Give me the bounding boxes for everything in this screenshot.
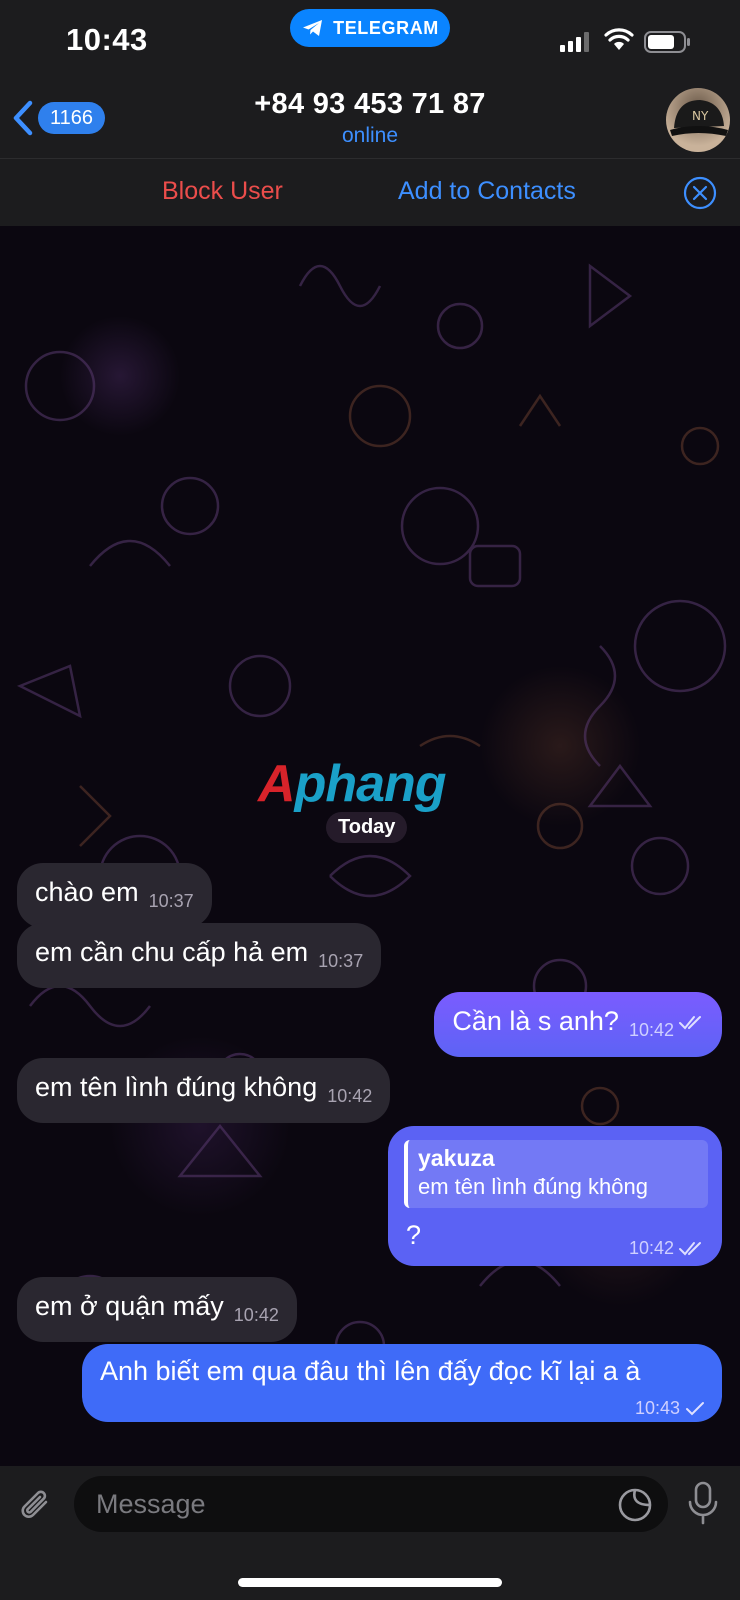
outgoing-reply-message[interactable]: yakuza em tên lình đúng không ? 10:42 — [388, 1126, 722, 1266]
chat-title[interactable]: +84 93 453 71 87 — [0, 88, 740, 121]
reply-quote[interactable]: yakuza em tên lình đúng không — [404, 1140, 708, 1208]
message-time: 10:42 — [233, 1305, 279, 1325]
incoming-message[interactable]: chào em 10:37 — [17, 863, 212, 928]
block-user-button[interactable]: Block User — [162, 177, 283, 206]
watermark-logo: Aphang — [258, 754, 447, 814]
status-time: 10:43 — [66, 22, 148, 57]
avatar[interactable]: NY — [666, 88, 730, 152]
message-text: em ở quận mấy — [35, 1290, 224, 1321]
reply-author: yakuza — [418, 1145, 495, 1171]
cap-photo-icon: NY — [670, 100, 728, 136]
telegram-pill[interactable]: TELEGRAM — [290, 9, 450, 47]
date-separator: Today — [326, 812, 408, 843]
message-input-bar — [0, 1466, 740, 1600]
message-meta: 10:43 — [625, 1388, 706, 1425]
message-input[interactable] — [74, 1476, 668, 1532]
message-text: em cần chu cấp hả em — [35, 936, 309, 967]
message-time: 10:42 — [628, 1238, 674, 1258]
microphone-icon — [688, 1481, 718, 1525]
status-bar: 10:43 TELEGRAM — [0, 0, 740, 84]
message-time: 10:42 — [327, 1086, 373, 1106]
wifi-icon — [604, 28, 634, 50]
chat-header: 1166 +84 93 453 71 87 online NY — [0, 84, 740, 158]
reply-text: em tên lình đúng không — [418, 1174, 648, 1199]
battery-icon — [644, 31, 690, 53]
telegram-pill-label: TELEGRAM — [333, 17, 439, 38]
double-check-icon — [674, 1004, 706, 1034]
message-text: Cần là s anh? — [452, 1005, 619, 1036]
attach-button[interactable] — [16, 1486, 56, 1531]
chat-status: online — [341, 124, 399, 147]
message-meta: 10:42 — [619, 1228, 706, 1265]
sticker-icon — [618, 1488, 652, 1522]
message-text: chào em — [35, 876, 139, 907]
watermark-logo-a: A — [258, 755, 296, 813]
close-action-bar-button[interactable] — [683, 176, 717, 215]
message-text: Anh biết em qua đâu thì lên đấy đọc kĩ l… — [100, 1355, 641, 1386]
message-text: em tên lình đúng không — [35, 1071, 318, 1102]
paperclip-icon — [21, 1490, 48, 1518]
cellular-signal-icon — [560, 32, 589, 52]
voice-message-button[interactable] — [686, 1480, 720, 1531]
outgoing-message[interactable]: Cần là s anh? 10:42 — [434, 992, 722, 1057]
incoming-message[interactable]: em cần chu cấp hả em 10:37 — [17, 923, 382, 988]
message-text: ? — [406, 1220, 422, 1250]
telegram-icon — [303, 20, 323, 36]
message-time: 10:37 — [148, 891, 194, 911]
incoming-message[interactable]: em tên lình đúng không 10:42 — [17, 1058, 391, 1123]
sticker-button[interactable] — [617, 1487, 653, 1528]
single-check-icon — [680, 1390, 706, 1420]
svg-text:NY: NY — [692, 109, 709, 123]
message-time: 10:43 — [634, 1398, 680, 1418]
outgoing-message[interactable]: Anh biết em qua đâu thì lên đấy đọc kĩ l… — [82, 1344, 722, 1422]
double-check-icon — [674, 1230, 706, 1260]
contact-action-bar: Block User Add to Contacts — [0, 158, 740, 226]
watermark-logo-rest: phang — [294, 755, 447, 813]
close-circle-icon — [683, 176, 717, 210]
chat-area[interactable]: Aphang Today chào em 10:37 em cần chu cấp… — [0, 226, 740, 1466]
message-time: 10:37 — [318, 951, 364, 971]
add-to-contacts-button[interactable]: Add to Contacts — [398, 177, 576, 206]
incoming-message[interactable]: em ở quận mấy 10:42 — [17, 1277, 297, 1342]
message-time: 10:42 — [628, 1020, 674, 1040]
home-indicator — [238, 1578, 502, 1587]
